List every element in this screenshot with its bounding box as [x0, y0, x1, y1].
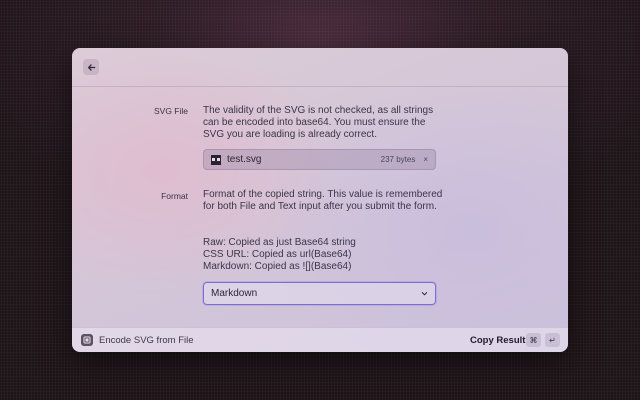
svg-file-label: SVG File	[153, 106, 188, 116]
remove-file-button[interactable]: ×	[423, 155, 428, 164]
back-button[interactable]	[83, 59, 99, 75]
command-title: Encode SVG from File	[99, 335, 194, 346]
file-name: test.svg	[227, 154, 262, 165]
encode-svg-window: SVG File The validity of the SVG is not …	[72, 48, 568, 352]
copy-result-button[interactable]: Copy Result	[470, 335, 525, 346]
format-description: Format of the copied string. This value …	[203, 189, 443, 212]
format-label: Format	[161, 191, 188, 201]
shortcut-command-key: ⌘	[526, 333, 541, 347]
format-option-raw: Raw: Copied as just Base64 string	[203, 237, 356, 248]
format-option-css-url: CSS URL: Copied as url(Base64)	[203, 249, 352, 260]
svg-file-icon	[211, 154, 221, 165]
file-picker[interactable]: test.svg 237 bytes ×	[203, 149, 436, 170]
svg-file-description: The validity of the SVG is not checked, …	[203, 105, 434, 140]
file-size: 237 bytes	[380, 155, 416, 164]
format-select-value: Markdown	[211, 288, 258, 299]
back-arrow-icon	[87, 63, 95, 71]
extension-icon	[81, 334, 93, 346]
format-option-markdown: Markdown: Copied as ![](Base64)	[203, 261, 352, 272]
format-select[interactable]: Markdown	[203, 282, 436, 305]
action-bar: Encode SVG from File Copy Result ⌘ ↵	[72, 327, 568, 352]
chevron-down-icon	[420, 290, 428, 298]
shortcut-enter-key: ↵	[545, 333, 560, 347]
top-bar	[72, 48, 568, 87]
